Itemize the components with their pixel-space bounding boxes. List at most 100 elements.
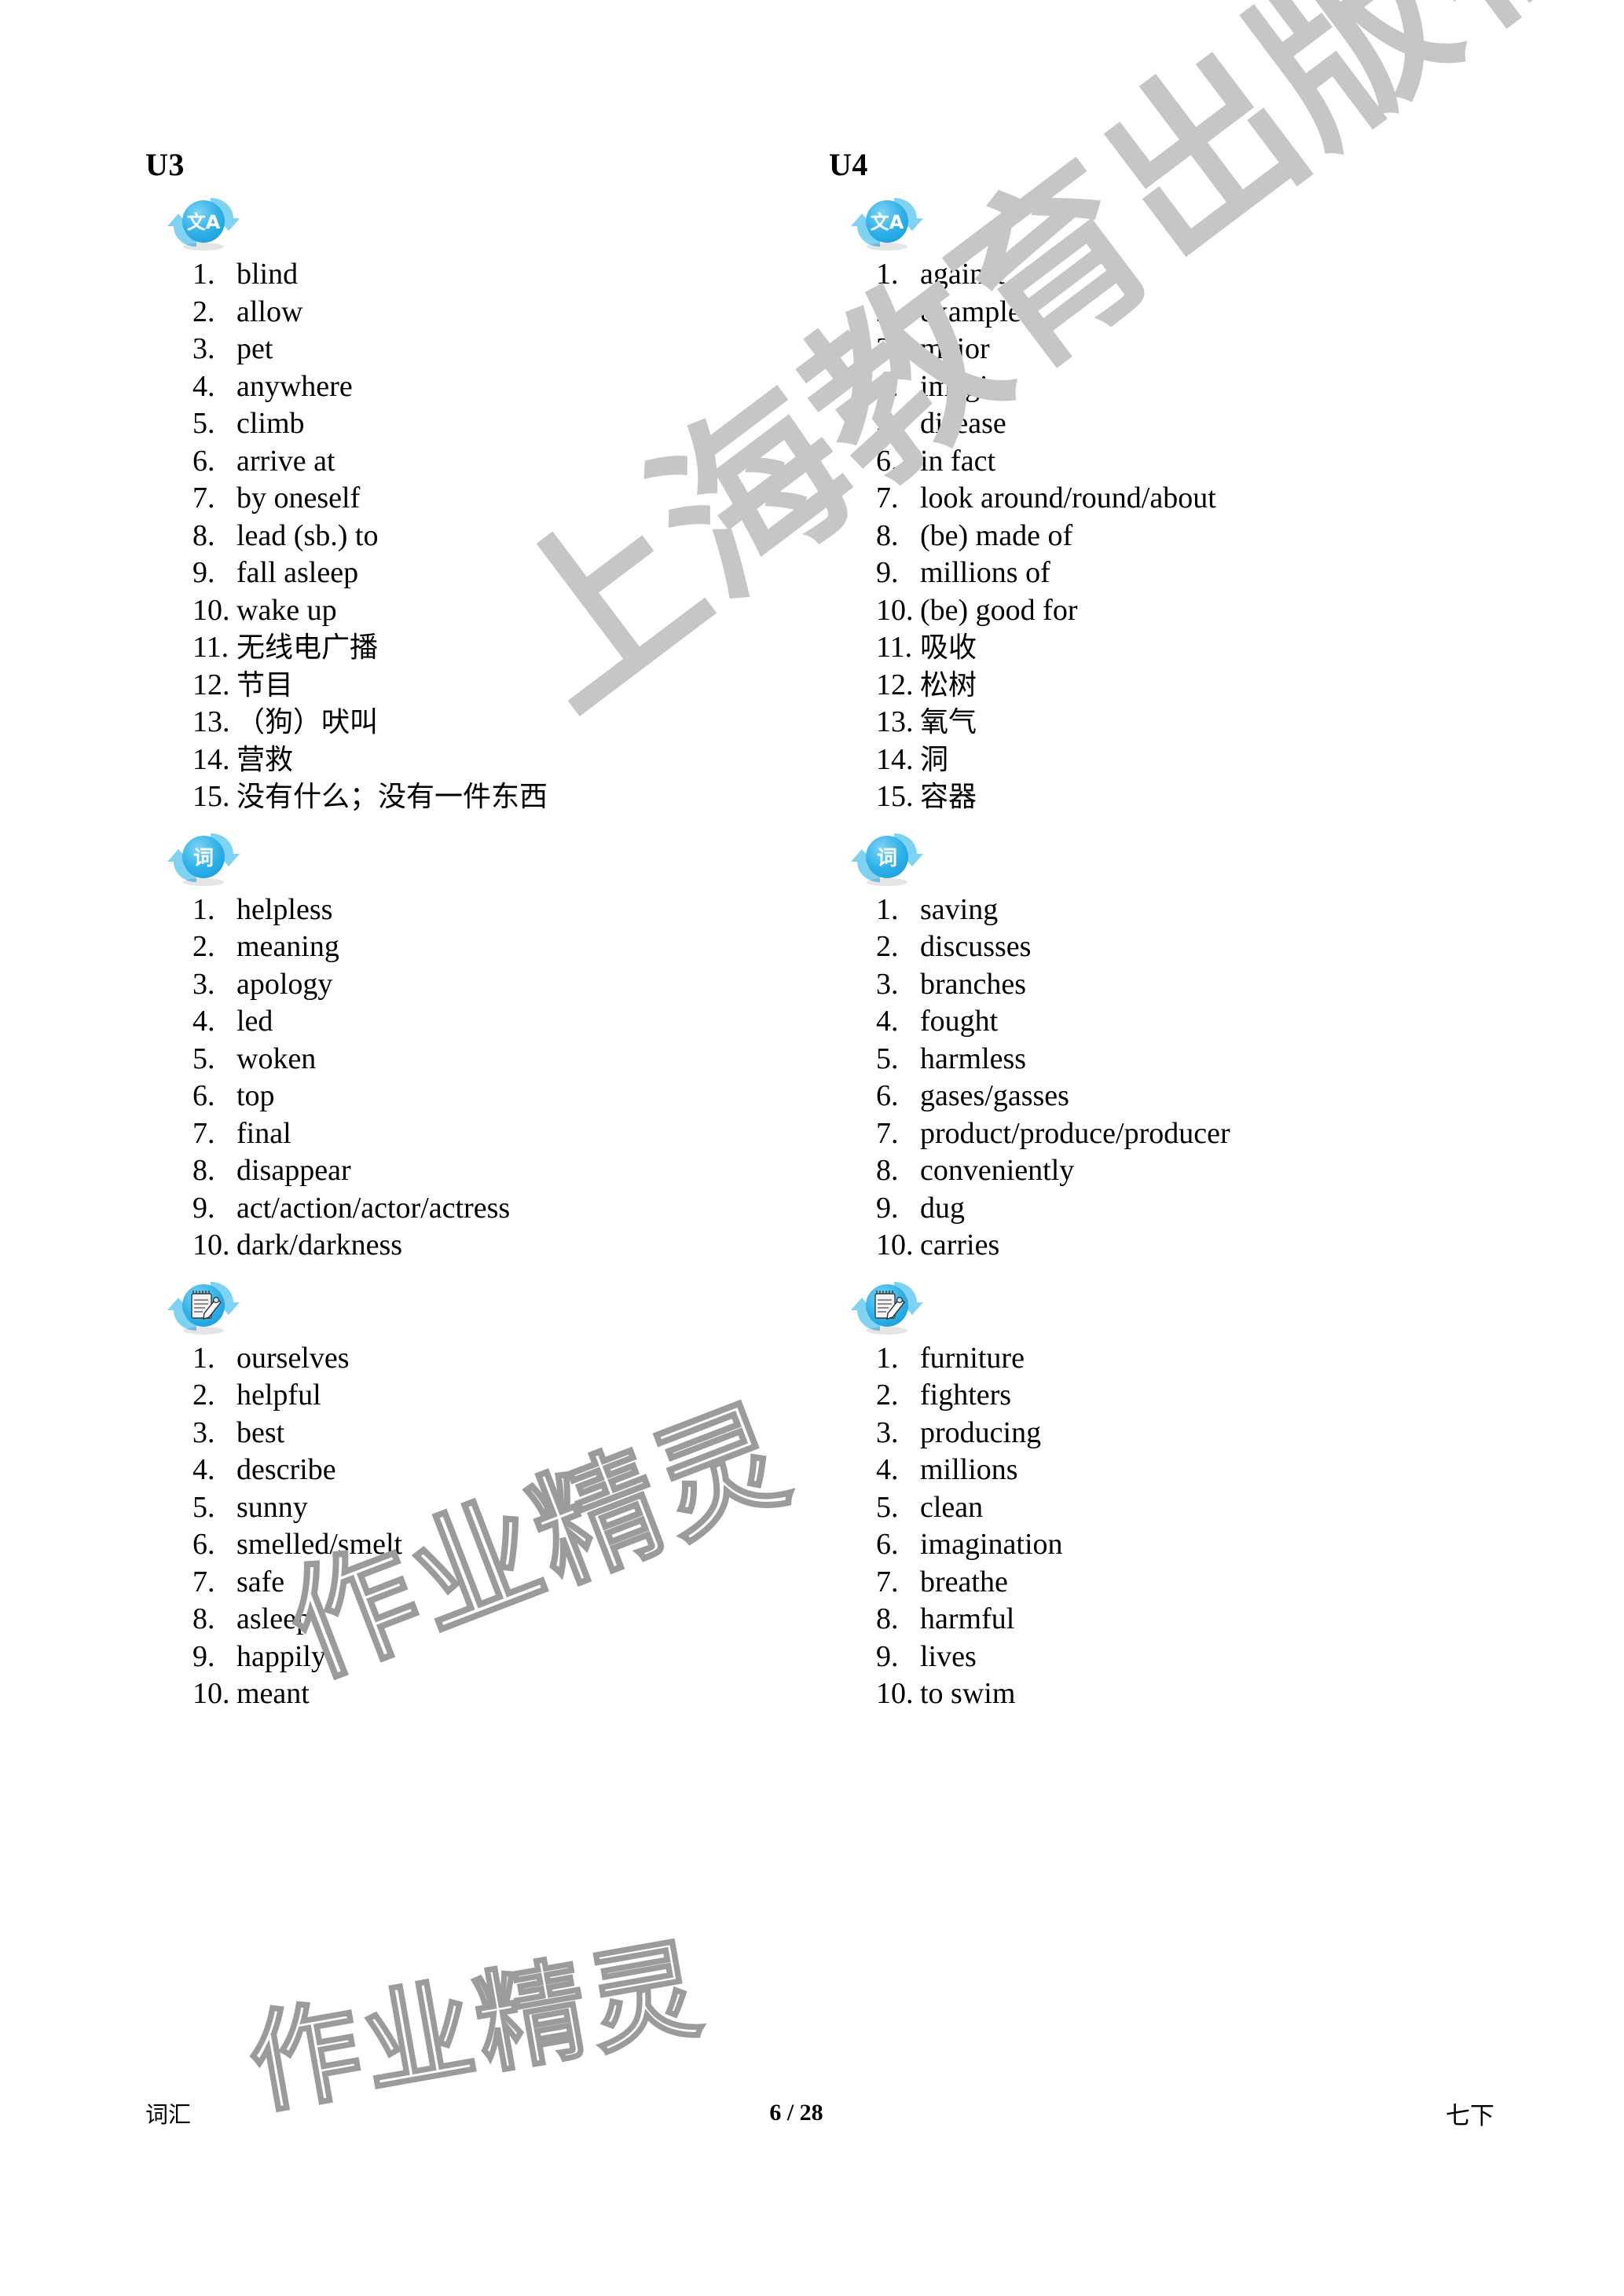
answer-item: 3. pet	[192, 331, 790, 368]
answer-item: 12. 松树	[876, 667, 1473, 705]
answer-item-text: to swim	[920, 1677, 1016, 1710]
answer-section: 文A 1. blind 2. allow 3. pet 4. anywhere 5. climb 6.…	[145, 181, 790, 816]
answer-item-number: 6.	[192, 1528, 215, 1561]
answer-item-number: 1.	[192, 892, 215, 926]
document-page: 上海教育出版社 作业精灵 作业精灵 U3 文A 1. blind 2. allow 3. pe…	[0, 0, 1624, 2296]
answer-item-list: 1. saving 2. discusses 3. branches 4. fought 5. h…	[829, 892, 1473, 1265]
answer-section: 1. furniture 2. fighters 3. producing 4. millio…	[829, 1265, 1473, 1713]
answer-item: 9. act/action/actor/actress	[192, 1190, 790, 1228]
answer-item-text: （狗）吠叫	[236, 706, 379, 738]
answer-item-text: by oneself	[236, 482, 361, 514]
answer-item: 14. 营救	[192, 742, 790, 779]
answer-item-text: millions	[920, 1453, 1018, 1486]
answer-item-number: 15.	[876, 780, 914, 813]
answer-item: 7. final	[192, 1115, 790, 1153]
answer-item: 8. (be) made of	[876, 518, 1473, 555]
answer-item-number: 6.	[876, 444, 899, 478]
answer-item: 2. meaning	[192, 928, 790, 966]
answer-item-text: led	[236, 1005, 273, 1038]
answer-item: 8. harmful	[876, 1601, 1473, 1639]
answer-item: 1. furniture	[876, 1340, 1473, 1378]
answer-item-text: arrive at	[236, 444, 335, 478]
answer-item: 9. dug	[876, 1190, 1473, 1228]
svg-text:词: 词	[193, 847, 214, 870]
answer-item-text: 洞	[920, 743, 949, 776]
answer-item: 9. lives	[876, 1639, 1473, 1676]
notepad-pencil-icon	[167, 1273, 240, 1340]
notepad-pencil-icon	[851, 1273, 923, 1340]
answer-item: 7. safe	[192, 1564, 790, 1602]
answer-item-number: 8.	[192, 1602, 215, 1635]
word-icon: 词	[167, 824, 240, 892]
answer-section: 词 1. helpless 2. meaning 3. apology 4. led 5. woke…	[145, 816, 790, 1265]
page-number-indicator: 6 / 28	[769, 2100, 823, 2126]
answer-item-text: anywhere	[236, 369, 353, 403]
answer-item: 8. lead (sb.) to	[192, 518, 790, 555]
answer-item: 10. to swim	[876, 1675, 1473, 1713]
answer-item-number: 1.	[192, 258, 215, 291]
answer-item-number: 11.	[876, 631, 913, 664]
answer-item: 6. smelled/smelt	[192, 1526, 790, 1564]
answer-section: 文A 1. against 2. example 3. major 4. imagine 5. di…	[829, 181, 1473, 816]
answer-item-number: 13.	[192, 705, 230, 738]
answer-item-number: 6.	[192, 1079, 215, 1112]
answer-item-text: discusses	[920, 930, 1032, 963]
answer-item-number: 10.	[876, 1677, 914, 1710]
answer-item: 1. ourselves	[192, 1340, 790, 1378]
section-icon-row: 文A	[829, 181, 1473, 256]
answer-item-number: 4.	[192, 1453, 215, 1486]
answer-item-number: 10.	[192, 1677, 230, 1710]
translate-icon: 文A	[167, 189, 240, 256]
answer-item-number: 5.	[876, 407, 899, 440]
answer-item-text: wake up	[236, 593, 337, 627]
answer-item-number: 9.	[876, 1191, 899, 1225]
answer-item-number: 2.	[192, 295, 215, 328]
answer-item: 9. millions of	[876, 555, 1473, 592]
footer-grade-label: 七下	[1446, 2101, 1494, 2130]
footer-subject-label: 词汇	[145, 2101, 192, 2128]
answer-item-text: describe	[236, 1453, 336, 1486]
answer-item-text: apology	[236, 967, 333, 1001]
answer-item-text: asleep	[236, 1602, 311, 1635]
answer-item-number: 2.	[876, 1379, 899, 1412]
answer-item-number: 7.	[192, 1565, 215, 1598]
answer-item-number: 10.	[876, 1229, 914, 1262]
svg-text:词: 词	[877, 847, 897, 870]
answer-item: 7. by oneself	[192, 480, 790, 518]
answer-item: 10. dark/darkness	[192, 1227, 790, 1265]
answer-item-number: 9.	[192, 1639, 215, 1673]
answer-item-text: furniture	[920, 1341, 1025, 1375]
answer-item: 8. disappear	[192, 1152, 790, 1190]
answer-item: 5. climb	[192, 405, 790, 443]
answer-item-list: 1. ourselves 2. helpful 3. best 4. describe 5. su…	[145, 1340, 790, 1713]
answer-item-number: 15.	[192, 780, 230, 813]
answer-item-number: 12.	[876, 668, 914, 701]
answer-item-number: 1.	[876, 1341, 899, 1375]
answer-item-number: 7.	[876, 1565, 899, 1598]
answer-item-number: 1.	[192, 1341, 215, 1375]
answer-item: 2. example	[876, 294, 1473, 331]
answer-item-text: harmless	[920, 1042, 1027, 1075]
unit-title: U3	[145, 147, 185, 182]
section-icon-row: 词	[145, 816, 790, 892]
answer-item-text: product/produce/producer	[920, 1116, 1230, 1150]
answer-item-text: smelled/smelt	[236, 1528, 403, 1561]
answer-item: 6. gases/gasses	[876, 1078, 1473, 1115]
section-icon-row	[829, 1265, 1473, 1340]
answer-item-number: 10.	[192, 593, 230, 627]
answer-item-text: ourselves	[236, 1341, 350, 1375]
answer-item-number: 4.	[192, 369, 215, 403]
answer-item-text: blind	[236, 258, 299, 291]
answer-item-text: 氧气	[920, 706, 977, 738]
answer-item-text: best	[236, 1415, 285, 1449]
answer-item-text: 吸收	[920, 632, 977, 664]
answer-section: 词 1. saving 2. discusses 3. branches 4. fought 5.…	[829, 816, 1473, 1265]
answer-item: 3. best	[192, 1415, 790, 1452]
answer-item-list: 1. against 2. example 3. major 4. imagine 5. dise…	[829, 256, 1473, 816]
answer-item-text: in fact	[920, 444, 996, 478]
answer-item: 2. fighters	[876, 1377, 1473, 1415]
answer-item-number: 5.	[192, 1042, 215, 1075]
answer-item-text: lead (sb.) to	[236, 518, 379, 552]
answer-item: 5. clean	[876, 1489, 1473, 1527]
answer-item-text: producing	[920, 1415, 1042, 1449]
